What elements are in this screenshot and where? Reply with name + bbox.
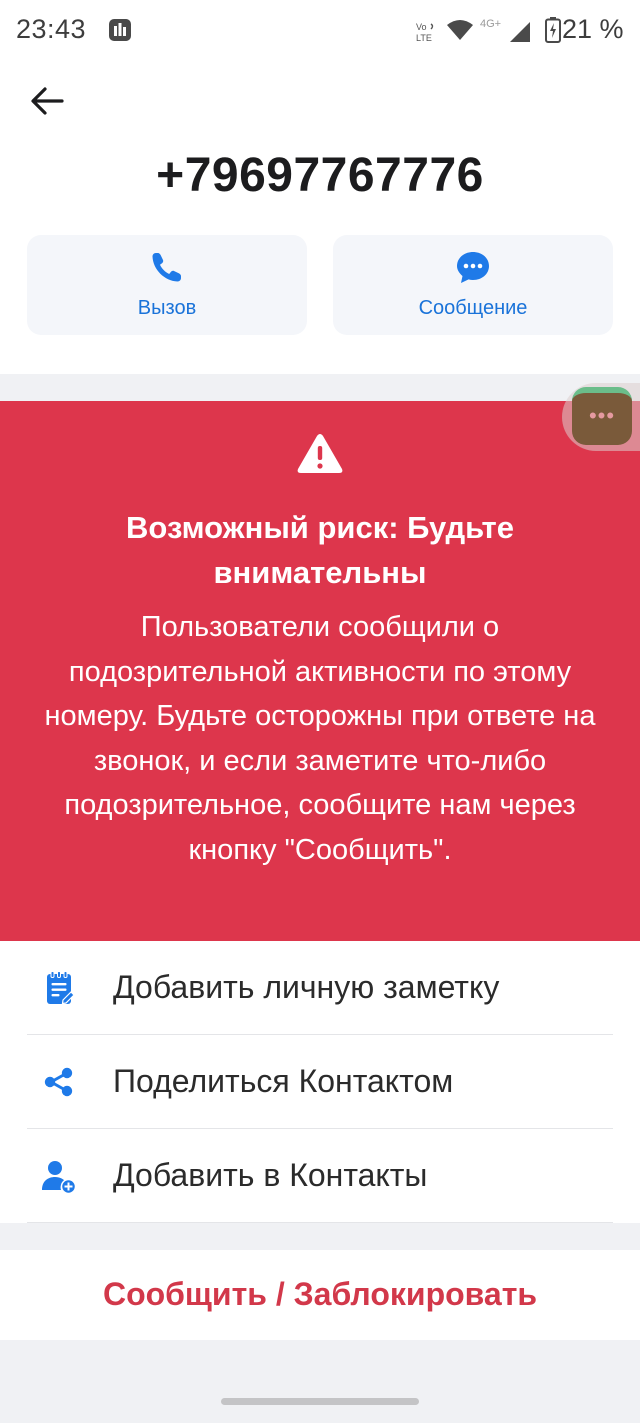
chat-bubble-icon <box>457 252 489 283</box>
call-button[interactable]: Вызов <box>27 235 307 335</box>
status-time: 23:43 <box>16 14 87 44</box>
volte-icon: Vo LTE <box>416 22 434 43</box>
list-item-add-to-contacts[interactable]: Добавить в Контакты <box>27 1129 613 1223</box>
floating-bubble-button[interactable]: ••• <box>572 387 632 445</box>
svg-text:Vo: Vo <box>416 22 427 32</box>
share-icon <box>44 1067 73 1097</box>
options-list: Добавить личную заметку Поделиться Конта… <box>0 941 640 1223</box>
share-contact-label: Поделиться Контактом <box>113 1063 454 1099</box>
add-note-label: Добавить личную заметку <box>113 969 500 1005</box>
report-block-button[interactable]: Сообщить / Заблокировать <box>0 1250 640 1340</box>
app-notification-icon <box>109 19 131 41</box>
more-dots-icon: ••• <box>588 403 616 428</box>
floating-bubble[interactable]: ••• <box>562 383 640 451</box>
message-button[interactable]: Сообщение <box>333 235 613 335</box>
wifi-icon <box>447 20 473 40</box>
cellular-signal-icon: 4G+ <box>480 18 530 42</box>
svg-text:4G+: 4G+ <box>480 18 501 30</box>
status-bar: 23:43 Vo LTE 4G+ 21 % <box>0 0 640 64</box>
svg-text:LTE: LTE <box>416 33 432 43</box>
list-item-share-contact[interactable]: Поделиться Контактом <box>27 1035 613 1129</box>
home-indicator[interactable] <box>221 1398 419 1405</box>
phone-icon <box>152 253 181 282</box>
battery-icon <box>545 17 561 43</box>
back-arrow-icon[interactable] <box>28 82 66 120</box>
list-item-add-note[interactable]: Добавить личную заметку <box>27 941 613 1035</box>
call-label: Вызов <box>137 297 197 319</box>
warning-triangle-icon <box>297 434 343 473</box>
risk-warning-banner: Возможный риск: Будьте внимательны Польз… <box>0 401 640 941</box>
warning-title: Возможный риск: Будьте внимательны <box>126 510 514 590</box>
add-contact-icon <box>42 1161 77 1194</box>
note-icon <box>47 971 75 1005</box>
warning-text: Пользователи сообщили о подозрительной а… <box>44 611 596 866</box>
message-label: Сообщение <box>418 297 528 319</box>
battery-percent: 21 % <box>562 14 624 44</box>
report-block-label: Сообщить / Заблокировать <box>102 1276 538 1312</box>
phone-number: +79697767776 <box>156 149 484 202</box>
add-to-contacts-label: Добавить в Контакты <box>113 1157 428 1193</box>
